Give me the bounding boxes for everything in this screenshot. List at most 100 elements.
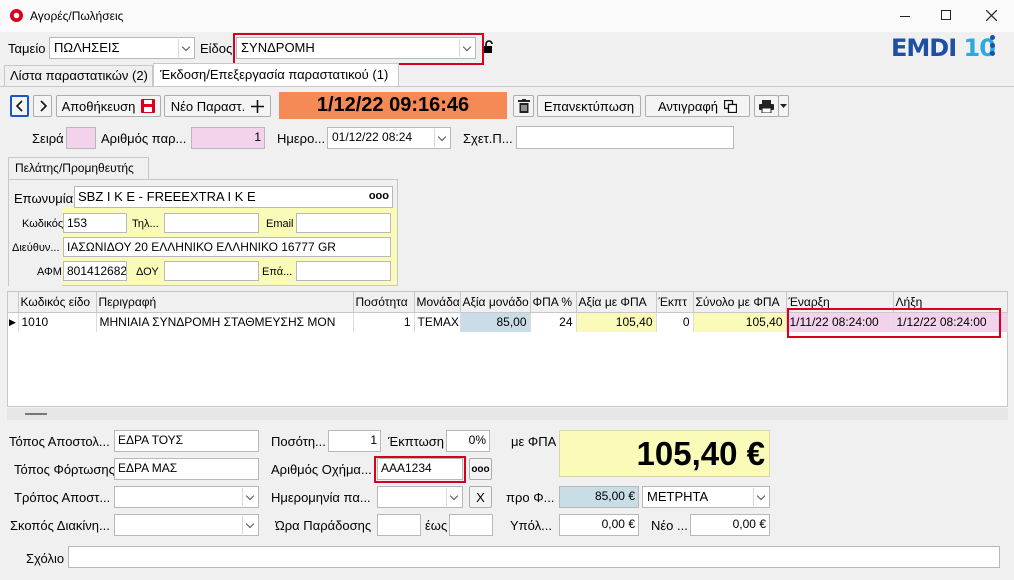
new-balance-value: 0,00 € xyxy=(732,517,766,531)
more-options-icon: ooo xyxy=(471,463,490,475)
tab-document-edit[interactable]: Έκδοση/Επεξεργασία παραστατικού (1) xyxy=(153,63,399,86)
date-field[interactable]: 01/12/22 08:24 xyxy=(327,127,451,149)
email-field[interactable] xyxy=(296,213,391,233)
caret-down-icon xyxy=(780,104,787,108)
ship-method-label: Τρόπος Αποστ... xyxy=(14,490,111,505)
table-cell[interactable]: 105,40 xyxy=(693,312,787,332)
next-button[interactable] xyxy=(33,95,52,117)
until-field[interactable] xyxy=(449,514,493,536)
doy-field[interactable] xyxy=(164,261,259,281)
customer-name-label: Επωνυμία xyxy=(14,191,74,206)
column-header[interactable]: ΦΠΑ % xyxy=(530,292,577,313)
payment-method-select[interactable]: ΜΕΤΡΗΤΑ xyxy=(642,486,770,508)
qty-field[interactable]: 1 xyxy=(328,430,381,452)
more-options-icon[interactable]: ooo xyxy=(369,190,389,202)
column-header[interactable]: Έναρξη xyxy=(786,292,894,313)
address-field[interactable]: ΙΑΣΩΝΙΔΟΥ 20 ΕΛΛΗΝΙΚΟ ΕΛΛΗΝΙΚΟ 16777 GR xyxy=(63,237,391,257)
column-header[interactable]: Κωδικός είδο xyxy=(18,292,97,313)
chevron-down-icon[interactable] xyxy=(434,129,449,147)
table-cell[interactable]: ΜΗΝΙΑΙΑ ΣΥΝΔΡΟΜΗ ΣΤΑΘΜΕΥΣΗΣ ΜΟΝ xyxy=(96,312,354,332)
date-value: 01/12/22 08:24 xyxy=(332,130,413,144)
cash-select[interactable]: ΠΩΛΗΣΕΙΣ xyxy=(49,37,195,59)
table-cell[interactable]: 85,00 xyxy=(460,312,531,332)
discount-field[interactable]: 0% xyxy=(446,430,490,452)
address-label: Διεύθυν... xyxy=(12,242,60,254)
column-header[interactable]: Σύνολο με ΦΠΑ xyxy=(693,292,787,313)
table-row[interactable]: ▶ 1010 ΜΗΝΙΑΙΑ ΣΥΝΔΡΟΜΗ ΣΤΑΘΜΕΥΣΗΣ ΜΟΝ 1… xyxy=(8,312,1008,332)
discount-label: Έκπτωση xyxy=(388,434,445,449)
loading-place-field[interactable]: ΕΔΡΑ ΜΑΣ xyxy=(114,458,259,480)
print-menu-button[interactable] xyxy=(778,95,789,117)
profession-field[interactable] xyxy=(296,261,391,281)
phone-field[interactable] xyxy=(164,213,259,233)
balance-label: Υπόλ... xyxy=(510,518,552,533)
type-select[interactable]: ΣΥΝΔΡΟΜΗ xyxy=(236,37,476,59)
column-header[interactable]: Λήξη xyxy=(893,292,1008,313)
clear-date-button[interactable]: X xyxy=(469,486,492,508)
close-icon[interactable] xyxy=(986,10,997,21)
chevron-down-icon[interactable] xyxy=(242,516,257,534)
chevron-down-icon[interactable] xyxy=(446,488,461,506)
vehicle-field[interactable]: AAA1234 xyxy=(377,458,463,480)
table-cell[interactable]: 24 xyxy=(530,312,577,332)
copy-button[interactable]: Αντιγραφή xyxy=(645,95,750,117)
table-cell[interactable]: 1 xyxy=(353,312,415,332)
maximize-icon[interactable] xyxy=(941,10,951,20)
save-button[interactable]: Αποθήκευση xyxy=(56,95,161,117)
number-field[interactable]: 1 xyxy=(191,127,265,149)
column-header[interactable]: Αξία με ΦΠΑ xyxy=(576,292,657,313)
table-cell[interactable]: 1010 xyxy=(18,312,97,332)
dispatch-place-field[interactable]: ΕΔΡΑ ΤΟΥΣ xyxy=(114,430,259,452)
table-cell[interactable]: 1/12/22 08:24:00 xyxy=(893,312,1008,332)
column-header[interactable]: Έκπτ xyxy=(656,292,694,313)
timestamp-display: 1/12/22 09:16:46 xyxy=(279,92,507,119)
lock-icon[interactable] xyxy=(483,40,495,54)
reprint-button[interactable]: Επανεκτύπωση xyxy=(537,95,641,117)
table-cell[interactable]: 0 xyxy=(656,312,694,332)
chevron-down-icon[interactable] xyxy=(178,39,193,57)
purpose-select[interactable] xyxy=(114,514,259,536)
customer-name-field[interactable]: SBZ I K E - FREEEXTRA I K E ooo xyxy=(74,186,393,208)
code-field[interactable]: 153 xyxy=(63,213,127,233)
table-header: Κωδικός είδο Περιγραφή Ποσότητα Μονάδα Α… xyxy=(8,292,1008,313)
delivery-date-select[interactable] xyxy=(377,486,463,508)
series-field[interactable] xyxy=(66,127,96,149)
splitter[interactable] xyxy=(7,408,1008,420)
new-balance-label: Νέο ... xyxy=(651,518,688,533)
code-label: Κωδικός xyxy=(22,218,64,230)
email-label: Email xyxy=(266,218,294,230)
minimize-icon[interactable] xyxy=(900,16,910,17)
new-document-button[interactable]: Νέο Παραστ. xyxy=(164,95,271,117)
table-cell[interactable]: 1/11/22 08:24:00 xyxy=(786,312,894,332)
comment-field[interactable] xyxy=(68,546,1000,568)
column-header[interactable]: Περιγραφή xyxy=(96,292,354,313)
column-header[interactable]: Αξία μονάδο xyxy=(460,292,531,313)
chevron-down-icon[interactable] xyxy=(242,488,257,506)
afm-field[interactable]: 801412682 xyxy=(63,261,127,281)
customer-tab[interactable]: Πελάτης/Προμηθευτής xyxy=(8,157,149,179)
ship-method-select[interactable] xyxy=(114,486,259,508)
chevron-down-icon[interactable] xyxy=(753,488,768,506)
delete-button[interactable] xyxy=(513,95,534,117)
prev-button[interactable] xyxy=(10,95,29,117)
total-display: 105,40 € xyxy=(559,430,770,477)
delivery-time-field[interactable] xyxy=(377,514,421,536)
table-cell[interactable]: ΤΕΜΑΧ xyxy=(414,312,461,332)
number-label: Αριθμός παρ... xyxy=(101,131,187,146)
table-cell[interactable]: 105,40 xyxy=(576,312,657,332)
series-label: Σειρά xyxy=(32,131,64,146)
chevron-down-icon[interactable] xyxy=(459,39,474,57)
title-bar: Αγορές/Πωλήσεις xyxy=(0,0,1014,32)
printer-icon xyxy=(759,99,774,113)
more-vert-icon[interactable] xyxy=(990,35,996,57)
print-button[interactable] xyxy=(754,95,779,117)
column-header[interactable]: Ποσότητα xyxy=(353,292,415,313)
tab-document-list[interactable]: Λίστα παραστατικών (2) xyxy=(4,65,153,86)
column-header[interactable]: Μονάδα xyxy=(414,292,461,313)
row-pointer-icon: ▶ xyxy=(8,312,19,332)
purpose-label: Σκοπός Διακίνη... xyxy=(10,518,110,533)
vehicle-more-button[interactable]: ooo xyxy=(469,458,492,480)
related-field[interactable] xyxy=(516,126,734,149)
splitter-grip-icon xyxy=(25,413,47,415)
balance-value: 0,00 € xyxy=(601,517,635,531)
